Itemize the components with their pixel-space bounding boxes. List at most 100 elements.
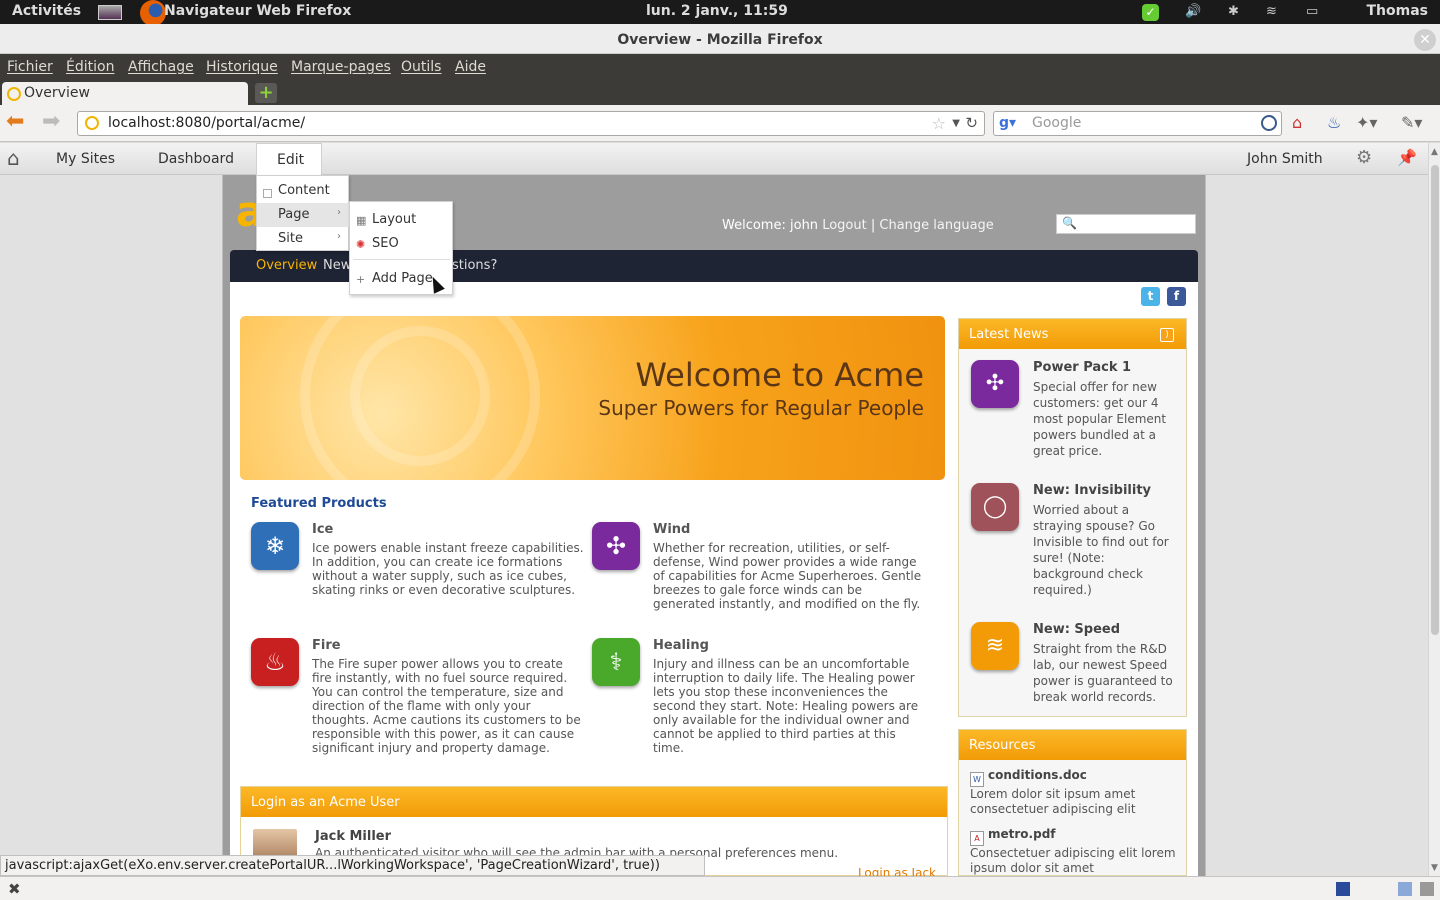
welcome-separator: | bbox=[870, 218, 876, 233]
scrollbar-thumb[interactable] bbox=[1431, 165, 1439, 635]
volume-icon[interactable]: 🔊 bbox=[1185, 4, 1201, 19]
change-language-link[interactable]: Change language bbox=[879, 218, 993, 233]
search-icon[interactable] bbox=[1261, 115, 1277, 131]
login-user-name: Jack Miller bbox=[315, 829, 392, 844]
addon-icon[interactable]: ✦▾ bbox=[1356, 115, 1377, 131]
scroll-up-icon[interactable]: ▲ bbox=[1431, 147, 1438, 157]
submenu-label: Add Page bbox=[372, 271, 433, 286]
login-box-title: Login as an Acme User bbox=[241, 787, 947, 817]
history-dropdown-icon[interactable]: ▼ bbox=[952, 112, 960, 135]
product-description: Whether for recreation, utilities, or se… bbox=[653, 541, 922, 611]
dashboard-button[interactable]: Dashboard bbox=[158, 151, 234, 167]
menu-historique[interactable]: Historique bbox=[206, 59, 278, 75]
menu-edition[interactable]: Édition bbox=[66, 59, 114, 75]
window-switcher-icon[interactable] bbox=[98, 5, 122, 20]
nav-news[interactable]: New bbox=[323, 258, 351, 273]
user-name-button[interactable]: John Smith bbox=[1247, 151, 1323, 167]
reload-icon[interactable]: ↻ bbox=[965, 112, 978, 135]
loading-icon bbox=[7, 87, 21, 101]
twitter-icon[interactable]: t bbox=[1141, 287, 1160, 306]
site-search-input[interactable]: 🔍 bbox=[1056, 214, 1196, 234]
facebook-icon[interactable]: f bbox=[1167, 287, 1186, 306]
resize-grip-icon[interactable] bbox=[1420, 882, 1434, 896]
user-menu[interactable]: Thomas bbox=[1366, 3, 1428, 19]
bluetooth-icon[interactable]: ✱ bbox=[1228, 4, 1239, 19]
news-title[interactable]: Power Pack 1 bbox=[1033, 360, 1131, 375]
link-status-tooltip: javascript:ajaxGet(eXo.env.server.create… bbox=[0, 855, 705, 876]
close-window-icon[interactable]: ✕ bbox=[1414, 29, 1436, 51]
pin-icon[interactable]: 📌 bbox=[1397, 149, 1417, 167]
latest-news-title: Latest News bbox=[969, 327, 1049, 342]
tab-bar: Overview + bbox=[0, 81, 1440, 106]
nav-overview[interactable]: Overview bbox=[256, 258, 317, 273]
acme-logo[interactable]: a bbox=[236, 192, 258, 236]
invisibility-icon[interactable]: ◯ bbox=[971, 483, 1019, 531]
search-bar[interactable]: g▾ Google bbox=[993, 111, 1282, 136]
search-engine-icon[interactable]: g▾ bbox=[999, 115, 1016, 131]
pencil-icon[interactable]: ✎▾ bbox=[1401, 115, 1422, 131]
welcome-banner: Welcome to Acme Super Powers for Regular… bbox=[240, 316, 945, 480]
resource-description: Lorem dolor sit ipsum amet consectetuer … bbox=[970, 787, 1136, 816]
menu-fichier[interactable]: Fichier bbox=[7, 59, 53, 75]
product-title[interactable]: Fire bbox=[312, 638, 341, 653]
submenu-seo[interactable]: ✺ SEO bbox=[350, 233, 453, 255]
wifi-icon[interactable]: ≋ bbox=[1266, 4, 1277, 19]
firebug-icon[interactable]: ♨ bbox=[1327, 115, 1341, 131]
menu-affichage[interactable]: Affichage bbox=[128, 59, 194, 75]
edit-button[interactable]: Edit bbox=[256, 143, 322, 176]
clock[interactable]: lun. 2 janv., 11:59 bbox=[646, 3, 788, 19]
news-title[interactable]: New: Speed bbox=[1033, 622, 1120, 637]
menu-item-page[interactable]: Page › bbox=[257, 203, 349, 227]
elements-icon[interactable]: ✣ bbox=[592, 522, 640, 570]
logout-link[interactable]: Logout bbox=[822, 218, 867, 233]
menu-aide[interactable]: Aide bbox=[455, 59, 486, 75]
product-wind: ✣ Wind Whether for recreation, utilities… bbox=[592, 522, 921, 612]
update-check-icon[interactable]: ✓ bbox=[1142, 4, 1159, 21]
product-title[interactable]: Healing bbox=[653, 638, 709, 653]
new-tab-button[interactable]: + bbox=[255, 83, 277, 103]
tab-overview[interactable]: Overview bbox=[2, 82, 248, 106]
product-title[interactable]: Wind bbox=[653, 522, 690, 537]
gear-icon[interactable]: ⚙ bbox=[1356, 149, 1372, 167]
resource-filename[interactable]: conditions.doc bbox=[988, 768, 1087, 782]
product-fire: ♨ Fire The Fire super power allows you t… bbox=[251, 638, 581, 758]
news-title[interactable]: New: Invisibility bbox=[1033, 483, 1151, 498]
snowflake-icon[interactable]: ❄ bbox=[251, 522, 299, 570]
page-scrollbar[interactable]: ▲ ▼ bbox=[1428, 143, 1440, 876]
resource-description: Consectetuer adipiscing elit lorem ipsum… bbox=[970, 846, 1176, 875]
submenu-layout[interactable]: ▦ Layout bbox=[350, 209, 453, 231]
close-icon[interactable]: ✖ bbox=[8, 880, 21, 898]
bookmark-star-icon[interactable]: ☆ bbox=[932, 112, 946, 135]
featured-products-title: Featured Products bbox=[251, 496, 387, 511]
plus-icon: + bbox=[356, 273, 366, 286]
back-button[interactable]: ⬅ bbox=[6, 111, 24, 133]
flame-icon[interactable]: ♨ bbox=[251, 638, 299, 686]
elements-icon[interactable]: ✣ bbox=[971, 360, 1019, 408]
menu-item-content[interactable]: Content bbox=[257, 179, 349, 203]
resource-filename[interactable]: metro.pdf bbox=[988, 827, 1056, 841]
activities-button[interactable]: Activités bbox=[12, 3, 81, 19]
rss-icon[interactable]: ) bbox=[1160, 328, 1174, 342]
nav-questions[interactable]: stions? bbox=[452, 258, 497, 273]
app-menu[interactable]: Navigateur Web Firefox bbox=[164, 3, 351, 19]
product-ice: ❄ Ice Ice powers enable instant freeze c… bbox=[251, 522, 584, 612]
addon-status-icon[interactable] bbox=[1398, 882, 1412, 896]
menu-item-site[interactable]: Site › bbox=[257, 227, 349, 251]
chevron-right-icon: › bbox=[337, 207, 341, 218]
menu-item-label: Content bbox=[278, 183, 330, 198]
caduceus-icon[interactable]: ⚕ bbox=[592, 638, 640, 686]
menu-outils[interactable]: Outils bbox=[401, 59, 441, 75]
speed-shoe-icon[interactable]: ≋ bbox=[971, 622, 1019, 670]
battery-icon[interactable]: ▭ bbox=[1306, 4, 1318, 19]
portal-home-icon[interactable]: ⌂ bbox=[7, 148, 29, 168]
forward-button[interactable]: ➡ bbox=[42, 111, 60, 133]
product-title[interactable]: Ice bbox=[312, 522, 333, 537]
home-icon[interactable]: ⌂ bbox=[1292, 115, 1302, 131]
scroll-down-icon[interactable]: ▼ bbox=[1431, 863, 1438, 873]
addon-status-icon[interactable] bbox=[1336, 882, 1350, 896]
content-checkbox-icon bbox=[263, 189, 272, 198]
seo-icon: ✺ bbox=[356, 238, 366, 251]
menu-marque-pages[interactable]: Marque-pages bbox=[291, 59, 391, 75]
url-bar[interactable]: localhost:8080/portal/acme/ ☆ ▼ ↻ bbox=[77, 111, 985, 136]
my-sites-button[interactable]: My Sites bbox=[56, 151, 115, 167]
